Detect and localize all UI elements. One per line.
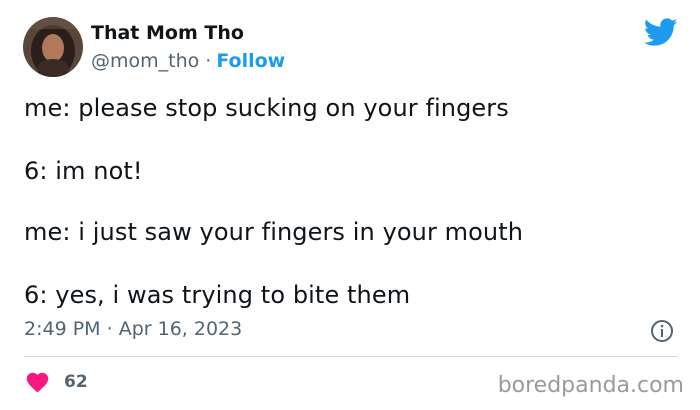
info-icon[interactable] [650, 319, 674, 343]
avatar[interactable] [23, 17, 83, 77]
follow-button[interactable]: Follow [216, 50, 285, 72]
tweet-card: That Mom Tho @mom_tho · Follow me: please … [0, 0, 700, 410]
timestamp-separator: · [106, 318, 113, 340]
watermark: boredpanda.com [497, 373, 684, 398]
handle-separator: · [205, 50, 212, 72]
tweet-date: Apr 16, 2023 [118, 318, 243, 340]
like-count[interactable]: 62 [64, 372, 88, 392]
tweet-time: 2:49 PM [24, 318, 101, 340]
tweet-text-line: me: please stop sucking on your fingers [24, 94, 509, 122]
tweet-text-line: 6: yes, i was trying to bite them [24, 281, 411, 309]
tweet-text-line: 6: im not! [24, 157, 143, 185]
twitter-bird-icon[interactable] [643, 18, 678, 48]
handle[interactable]: @mom_tho [91, 50, 199, 72]
author-meta: @mom_tho · Follow [91, 50, 285, 72]
timestamp[interactable]: 2:49 PM · Apr 16, 2023 [24, 318, 242, 340]
display-name[interactable]: That Mom Tho [91, 22, 244, 44]
heart-icon[interactable] [25, 371, 50, 393]
divider [24, 356, 678, 357]
tweet-text-line: me: i just saw your fingers in your mout… [24, 218, 524, 246]
